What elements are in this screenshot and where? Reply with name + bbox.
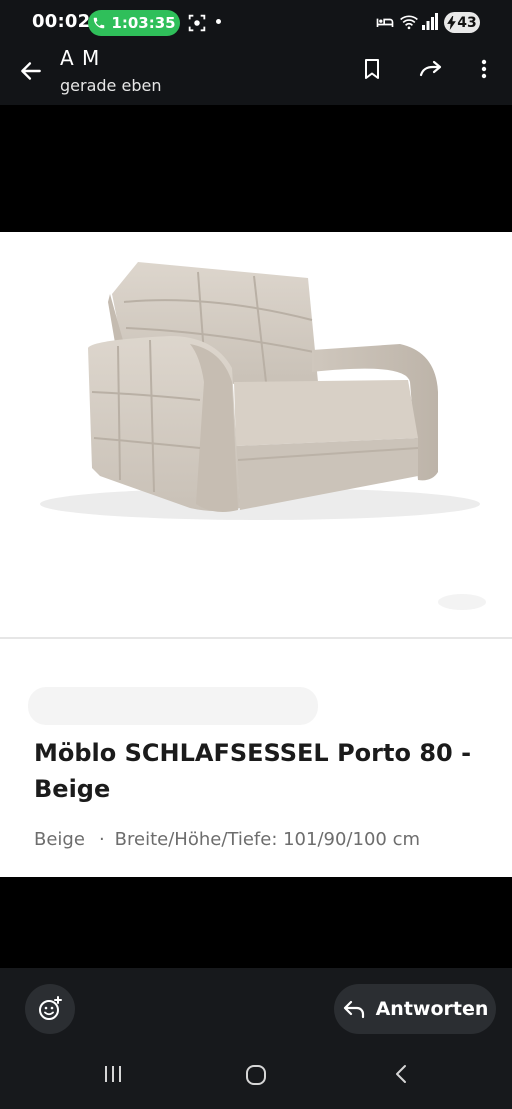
reply-button[interactable]: Antworten	[334, 984, 496, 1034]
battery-charging-icon	[447, 15, 457, 30]
wifi-icon	[400, 15, 418, 30]
reply-bar: Antworten	[0, 968, 512, 1043]
recent-apps-icon[interactable]	[102, 1063, 124, 1085]
preview-placeholder	[28, 687, 318, 725]
add-reaction-button[interactable]	[25, 984, 75, 1034]
status-time: 00:02	[32, 11, 91, 32]
notification-dot	[216, 19, 221, 24]
more-vertical-icon[interactable]	[472, 56, 496, 82]
emoji-add-icon	[39, 996, 62, 1020]
link-preview-card[interactable]: Möblo SCHLAFSESSEL Porto 80 - Beige Beig…	[0, 639, 512, 877]
phone-icon	[94, 17, 105, 29]
product-brand: Möblo SCHLAFSESSEL	[34, 739, 329, 767]
reply-label: Antworten	[375, 998, 489, 1020]
signal-icon	[422, 13, 438, 30]
back-arrow-icon[interactable]	[18, 58, 44, 84]
do-not-disturb-icon	[376, 18, 394, 27]
product-dimensions: Breite/Höhe/Tiefe: 101/90/100 cm	[114, 829, 421, 850]
screen-record-icon	[188, 14, 206, 32]
product-color: Beige	[34, 829, 85, 850]
home-icon[interactable]	[244, 1063, 268, 1087]
product-title[interactable]: Möblo SCHLAFSESSEL Porto 80 - Beige	[34, 735, 484, 807]
sender-name[interactable]: A M	[60, 46, 100, 70]
bookmark-icon[interactable]	[360, 56, 384, 82]
reply-icon	[343, 1000, 364, 1019]
chat-header: A M gerade eben	[0, 44, 512, 105]
product-details: Beige · Breite/Höhe/Tiefe: 101/90/100 cm	[34, 829, 420, 850]
meta-separator: ·	[98, 829, 105, 850]
call-timer: 1:03:35	[111, 14, 176, 32]
battery-level: 43	[457, 14, 477, 31]
battery-indicator: 43	[444, 12, 480, 33]
forward-icon[interactable]	[417, 56, 445, 82]
status-bar: 00:02 1:03:35 43	[0, 0, 512, 44]
product-image[interactable]	[0, 232, 512, 637]
armchair-image	[40, 262, 486, 610]
message-time: gerade eben	[60, 76, 162, 95]
system-navigation-bar	[0, 1043, 512, 1109]
ongoing-call-pill[interactable]: 1:03:35	[88, 10, 180, 36]
back-icon[interactable]	[390, 1063, 412, 1085]
